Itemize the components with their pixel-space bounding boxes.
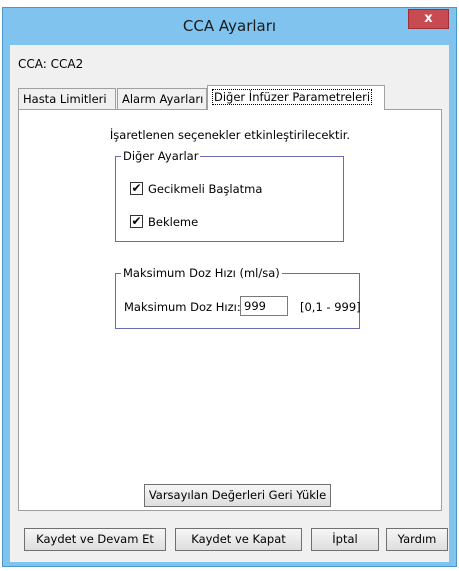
cca-name-label: CCA: CCA2: [18, 57, 84, 71]
restore-defaults-button[interactable]: Varsayılan Değerleri Geri Yükle: [144, 484, 331, 507]
title-bar[interactable]: CCA Ayarları x: [3, 8, 456, 45]
tab-panel: İşaretlenen seçenekler etkinleştirilecek…: [18, 109, 442, 511]
save-and-continue-button[interactable]: Kaydet ve Devam Et: [24, 528, 166, 551]
delayed-start-checkbox[interactable]: ✔: [130, 182, 143, 195]
tab-patient-limits[interactable]: Hasta Limitleri: [18, 88, 116, 109]
help-button[interactable]: Yardım: [386, 528, 448, 551]
max-dose-rate-range: [0,1 - 999]: [300, 300, 361, 314]
window-title: CCA Ayarları: [182, 17, 277, 35]
dialog-body: CCA: CCA2 Hasta Limitleri Alarm Ayarları…: [10, 45, 449, 562]
standby-checkbox[interactable]: ✔: [130, 215, 143, 228]
cca-settings-dialog: CCA Ayarları x CCA: CCA2 Hasta Limitleri…: [2, 7, 457, 567]
max-dose-rate-legend: Maksimum Doz Hızı (ml/sa): [121, 266, 282, 280]
other-settings-group: Diğer Ayarlar ✔ Gecikmeli Başlatma ✔ Bek…: [115, 149, 344, 242]
info-text: İşaretlenen seçenekler etkinleştirilecek…: [109, 128, 351, 142]
standby-label[interactable]: Bekleme: [148, 214, 198, 230]
close-button[interactable]: x: [408, 9, 449, 29]
max-dose-rate-group: Maksimum Doz Hızı (ml/sa) Maksimum Doz H…: [115, 266, 361, 329]
max-dose-rate-input[interactable]: 999: [240, 296, 288, 316]
tab-other-infuser-parameters[interactable]: Diğer İnfüzer Parametreleri: [207, 85, 385, 110]
save-and-close-button[interactable]: Kaydet ve Kapat: [175, 528, 302, 551]
max-dose-rate-label: Maksimum Doz Hızı:: [124, 300, 241, 314]
delayed-start-label[interactable]: Gecikmeli Başlatma: [148, 181, 262, 197]
tab-other-infuser-parameters-label: Diğer İnfüzer Parametreleri: [212, 89, 373, 105]
tab-alarm-settings[interactable]: Alarm Ayarları: [117, 88, 207, 109]
cancel-button[interactable]: İptal: [311, 528, 379, 551]
other-settings-legend: Diğer Ayarlar: [121, 149, 201, 163]
